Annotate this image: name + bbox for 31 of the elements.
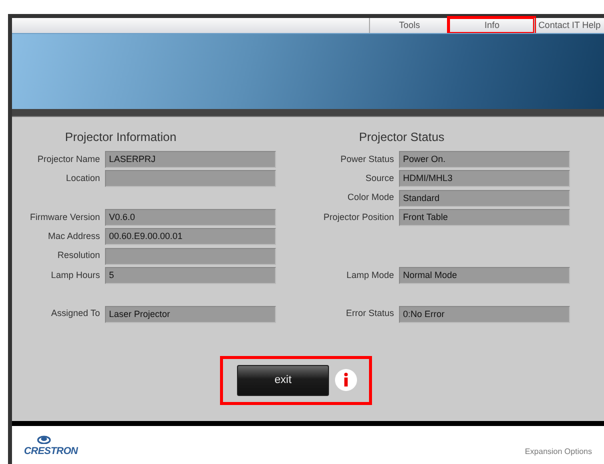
info-icon[interactable] [335, 369, 357, 392]
field-label: Error Status [346, 308, 394, 318]
field-label: Firmware Version [30, 212, 100, 222]
field-label: Location [66, 173, 100, 184]
value-field: 5 [105, 266, 276, 284]
field-label: Projector Position [323, 212, 394, 222]
value-field: Power On. [399, 151, 570, 168]
nav-link[interactable]: Info [449, 18, 534, 33]
value-field: Standard [399, 190, 570, 207]
value-field: Front Table [399, 209, 570, 226]
field-label: Lamp Mode [346, 270, 394, 280]
field-label: Source [365, 173, 394, 184]
value-field: Normal Mode [399, 266, 570, 284]
value-field: 00.60.E9.00.00.01 [105, 228, 276, 246]
field-label: Color Mode [347, 192, 394, 202]
field-label: Mac Address [48, 231, 100, 242]
field-label: Resolution [57, 250, 100, 260]
section-title: Projector Status [359, 130, 444, 144]
field-label: Power Status [340, 154, 394, 164]
expansion-options-link[interactable]: Expansion Options [524, 446, 592, 458]
value-field: LASERPRJ [105, 151, 276, 168]
value-field: 0:No Error [399, 306, 570, 323]
section-title: Projector Information [65, 130, 176, 144]
value-field: HDMI/MHL3 [399, 170, 570, 188]
value-field: V0.6.0 [105, 209, 276, 226]
field-label: Lamp Hours [50, 270, 100, 280]
exit-button[interactable]: exit [237, 364, 329, 396]
field-label: Projector Name [37, 154, 100, 164]
field-label: Assigned To [51, 308, 100, 318]
value-field: Laser Projector [105, 306, 276, 323]
logo-text: CRESTRON [24, 445, 78, 459]
